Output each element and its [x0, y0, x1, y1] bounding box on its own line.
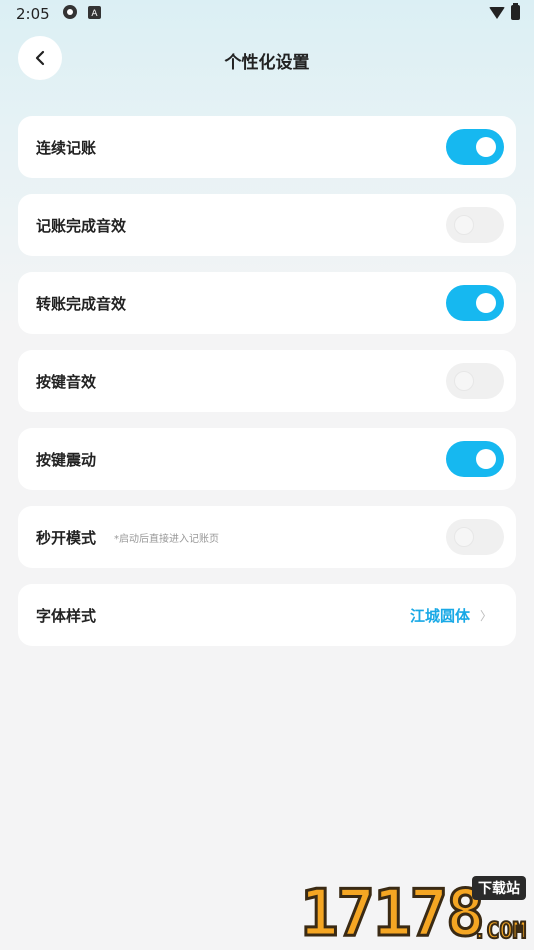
font-style-value-text: 江城圆体: [409, 606, 470, 625]
key-vibration-toggle[interactable]: [446, 441, 504, 477]
toggle-knob: [476, 137, 496, 157]
setting-label: 按键震动: [36, 450, 97, 469]
setting-label: 字体样式: [36, 606, 97, 625]
settings-list: 连续记账 记账完成音效 转账完成音效 按键音效 按键震动 秒开模式 *启动后直接…: [18, 116, 516, 662]
status-bar: 2:05 A: [0, 0, 534, 28]
watermark-logo: 17178 下载站 .COM: [299, 876, 530, 950]
toggle-knob: [454, 371, 474, 391]
setting-continuous-record: 连续记账: [18, 116, 516, 178]
setting-label: 按键音效: [36, 372, 97, 391]
a-icon: A: [87, 5, 101, 23]
transfer-sound-toggle[interactable]: [446, 285, 504, 321]
key-sound-toggle[interactable]: [446, 363, 504, 399]
toggle-knob: [454, 527, 474, 547]
setting-label: 连续记账: [36, 138, 97, 157]
watermark-badge: 下载站: [472, 876, 526, 900]
settings-icon: [62, 4, 78, 24]
setting-label: 秒开模式: [36, 528, 97, 547]
font-style-value: 江城圆体 〉: [410, 584, 492, 646]
toggle-knob: [454, 215, 474, 235]
setting-key-sound: 按键音效: [18, 350, 516, 412]
setting-quick-open: 秒开模式 *启动后直接进入记账页: [18, 506, 516, 568]
status-right: [489, 3, 520, 20]
setting-label: 转账完成音效: [36, 294, 127, 313]
setting-label: 记账完成音效: [36, 216, 127, 235]
setting-transfer-sound: 转账完成音效: [18, 272, 516, 334]
header: 个性化设置: [0, 36, 534, 82]
svg-text:A: A: [91, 9, 98, 19]
watermark-number: 17178: [299, 877, 487, 950]
page-title: 个性化设置: [224, 53, 310, 73]
watermark-suffix: .COM: [472, 918, 527, 945]
status-time: 2:05: [16, 5, 50, 23]
record-sound-toggle[interactable]: [446, 207, 504, 243]
setting-font-style[interactable]: 字体样式 江城圆体 〉: [18, 584, 516, 646]
wifi-icon: [489, 6, 505, 19]
setting-note: *启动后直接进入记账页: [114, 533, 220, 545]
setting-key-vibration: 按键震动: [18, 428, 516, 490]
battery-icon: [511, 3, 520, 20]
chevron-right-icon: 〉: [479, 608, 492, 623]
setting-record-sound: 记账完成音效: [18, 194, 516, 256]
quick-open-toggle[interactable]: [446, 519, 504, 555]
continuous-record-toggle[interactable]: [446, 129, 504, 165]
toggle-knob: [476, 293, 496, 313]
toggle-knob: [476, 449, 496, 469]
